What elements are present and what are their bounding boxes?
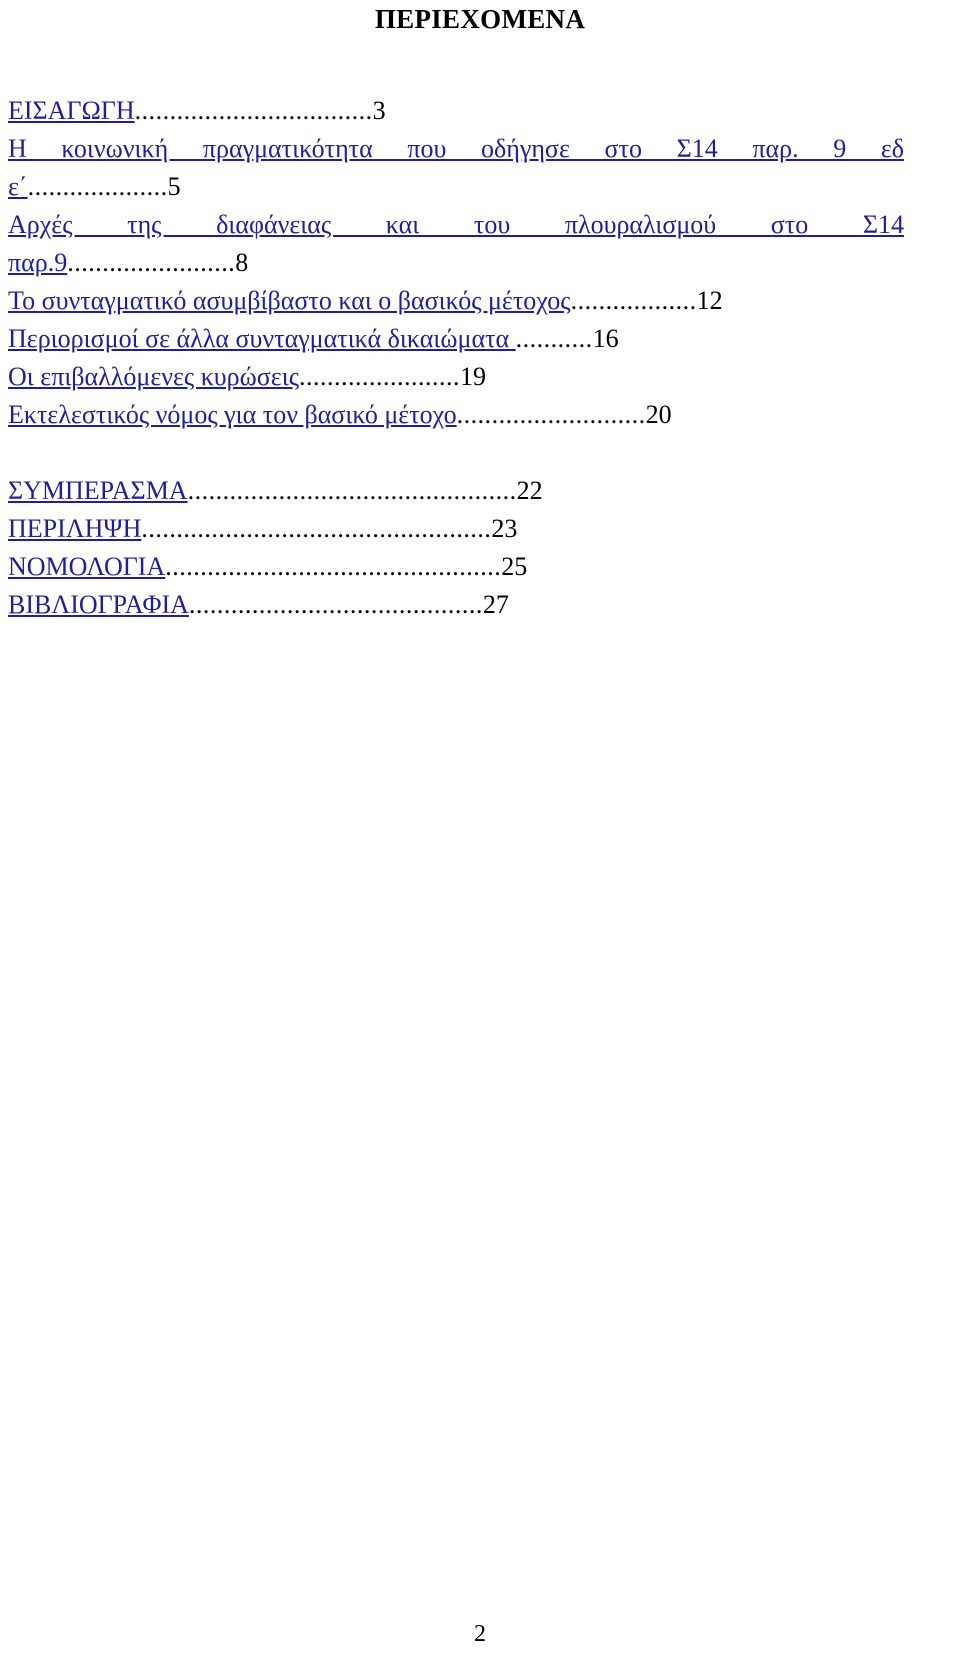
toc-page-number: 3: [372, 96, 386, 125]
toc-leader-dots: ....................: [27, 172, 168, 201]
toc-entry-epivallomenes-kyroseis[interactable]: Οι επιβαλλόμενες κυρώσεις...............…: [8, 358, 904, 396]
toc-page-number: 23: [491, 514, 518, 543]
toc-entry-koinoniki-pragmatikotita[interactable]: Η κοινωνική πραγματικότητα που οδήγησε σ…: [8, 130, 904, 168]
toc-page-number: 22: [516, 476, 543, 505]
toc-page-number: 5: [167, 172, 181, 201]
toc-page-number: 25: [501, 552, 528, 581]
toc-leader-dots: .......................: [299, 362, 460, 391]
toc-entry-title[interactable]: Η κοινωνική πραγματικότητα που οδήγησε σ…: [8, 130, 904, 168]
toc-entry-title[interactable]: Αρχές της διαφάνειας και του πλουραλισμο…: [8, 206, 904, 244]
toc-entry-title[interactable]: ΒΙΒΛΙΟΓΡΑΦΙΑ: [8, 590, 189, 619]
toc-page-number: 19: [460, 362, 486, 391]
toc-leader-dots: ..................................: [134, 96, 373, 125]
toc-entry-ektelestikos-nomos[interactable]: Εκτελεστικός νόμος για τον βασικό μέτοχο…: [8, 396, 904, 434]
toc-entry-arches-diafaneias-continuation[interactable]: παρ.9........................8: [8, 244, 904, 282]
toc-leader-dots: ...........................: [456, 400, 646, 429]
toc-entry-koinoniki-pragmatikotita-continuation[interactable]: ε΄....................5: [8, 168, 904, 206]
toc-entry-periorismoi-dikaiomata[interactable]: Περιορισμοί σε άλλα συνταγματικά δικαιώμ…: [8, 320, 904, 358]
toc-page-number: 16: [592, 324, 619, 353]
toc-entry-syntagmatiko-asymvivasto[interactable]: Το συνταγματικό ασυμβίβαστο και ο βασικό…: [8, 282, 904, 320]
page-title: ΠΕΡΙΕΧΟΜΕΝΑ: [374, 4, 586, 34]
toc-page-number: 8: [235, 248, 249, 277]
footer-page-number: 2: [474, 1621, 486, 1647]
toc-entry-title-continuation[interactable]: ε΄: [8, 172, 28, 201]
toc-entry-eisagogi[interactable]: ΕΙΣΑΓΩΓΗ................................…: [8, 92, 904, 130]
toc-entry-arches-diafaneias[interactable]: Αρχές της διαφάνειας και του πλουραλισμο…: [8, 206, 904, 244]
toc-entry-perilipsi[interactable]: ΠΕΡΙΛΗΨΗ................................…: [8, 510, 904, 548]
toc-entry-title-continuation[interactable]: παρ.9: [8, 248, 67, 277]
toc-entry-title[interactable]: ΝΟΜΟΛΟΓΙΑ: [8, 552, 165, 581]
toc-page-number: 12: [696, 286, 723, 315]
toc-entry-nomologia[interactable]: ΝΟΜΟΛΟΓΙΑ...............................…: [8, 548, 904, 586]
toc-entry-symperasma[interactable]: ΣΥΜΠΕΡΑΣΜΑ..............................…: [8, 472, 904, 510]
toc-entry-title[interactable]: Οι επιβαλλόμενες κυρώσεις: [8, 362, 299, 391]
toc-entry-title[interactable]: ΣΥΜΠΕΡΑΣΜΑ: [8, 476, 188, 505]
toc-leader-dots: ........................................…: [165, 552, 502, 581]
toc-page-number: 27: [482, 590, 509, 619]
toc-entry-title[interactable]: Εκτελεστικός νόμος για τον βασικό μέτοχο: [8, 400, 457, 429]
toc-section-spacer: [8, 434, 904, 472]
toc-page-number: 20: [645, 400, 672, 429]
toc-entry-title[interactable]: ΕΙΣΑΓΩΓΗ: [8, 96, 135, 125]
toc-entry-title[interactable]: Περιορισμοί σε άλλα συνταγματικά δικαιώμ…: [8, 324, 516, 353]
toc-entry-vivliografia[interactable]: ΒΙΒΛΙΟΓΡΑΦΙΑ............................…: [8, 586, 904, 624]
toc-leader-dots: ...........: [515, 324, 593, 353]
document-page: ΠΕΡΙΕΧΟΜΕΝΑ ΕΙΣΑΓΩΓΗ....................…: [0, 0, 960, 1671]
toc-leader-dots: ........................: [67, 248, 236, 277]
toc-entry-title[interactable]: ΠΕΡΙΛΗΨΗ: [8, 514, 141, 543]
toc-leader-dots: ........................................…: [187, 476, 517, 505]
toc-leader-dots: ........................................…: [141, 514, 492, 543]
toc-leader-dots: ........................................…: [188, 590, 483, 619]
table-of-contents: ΕΙΣΑΓΩΓΗ................................…: [8, 92, 904, 624]
toc-entry-title[interactable]: Το συνταγματικό ασυμβίβαστο και ο βασικό…: [8, 286, 571, 315]
toc-leader-dots: ..................: [570, 286, 697, 315]
